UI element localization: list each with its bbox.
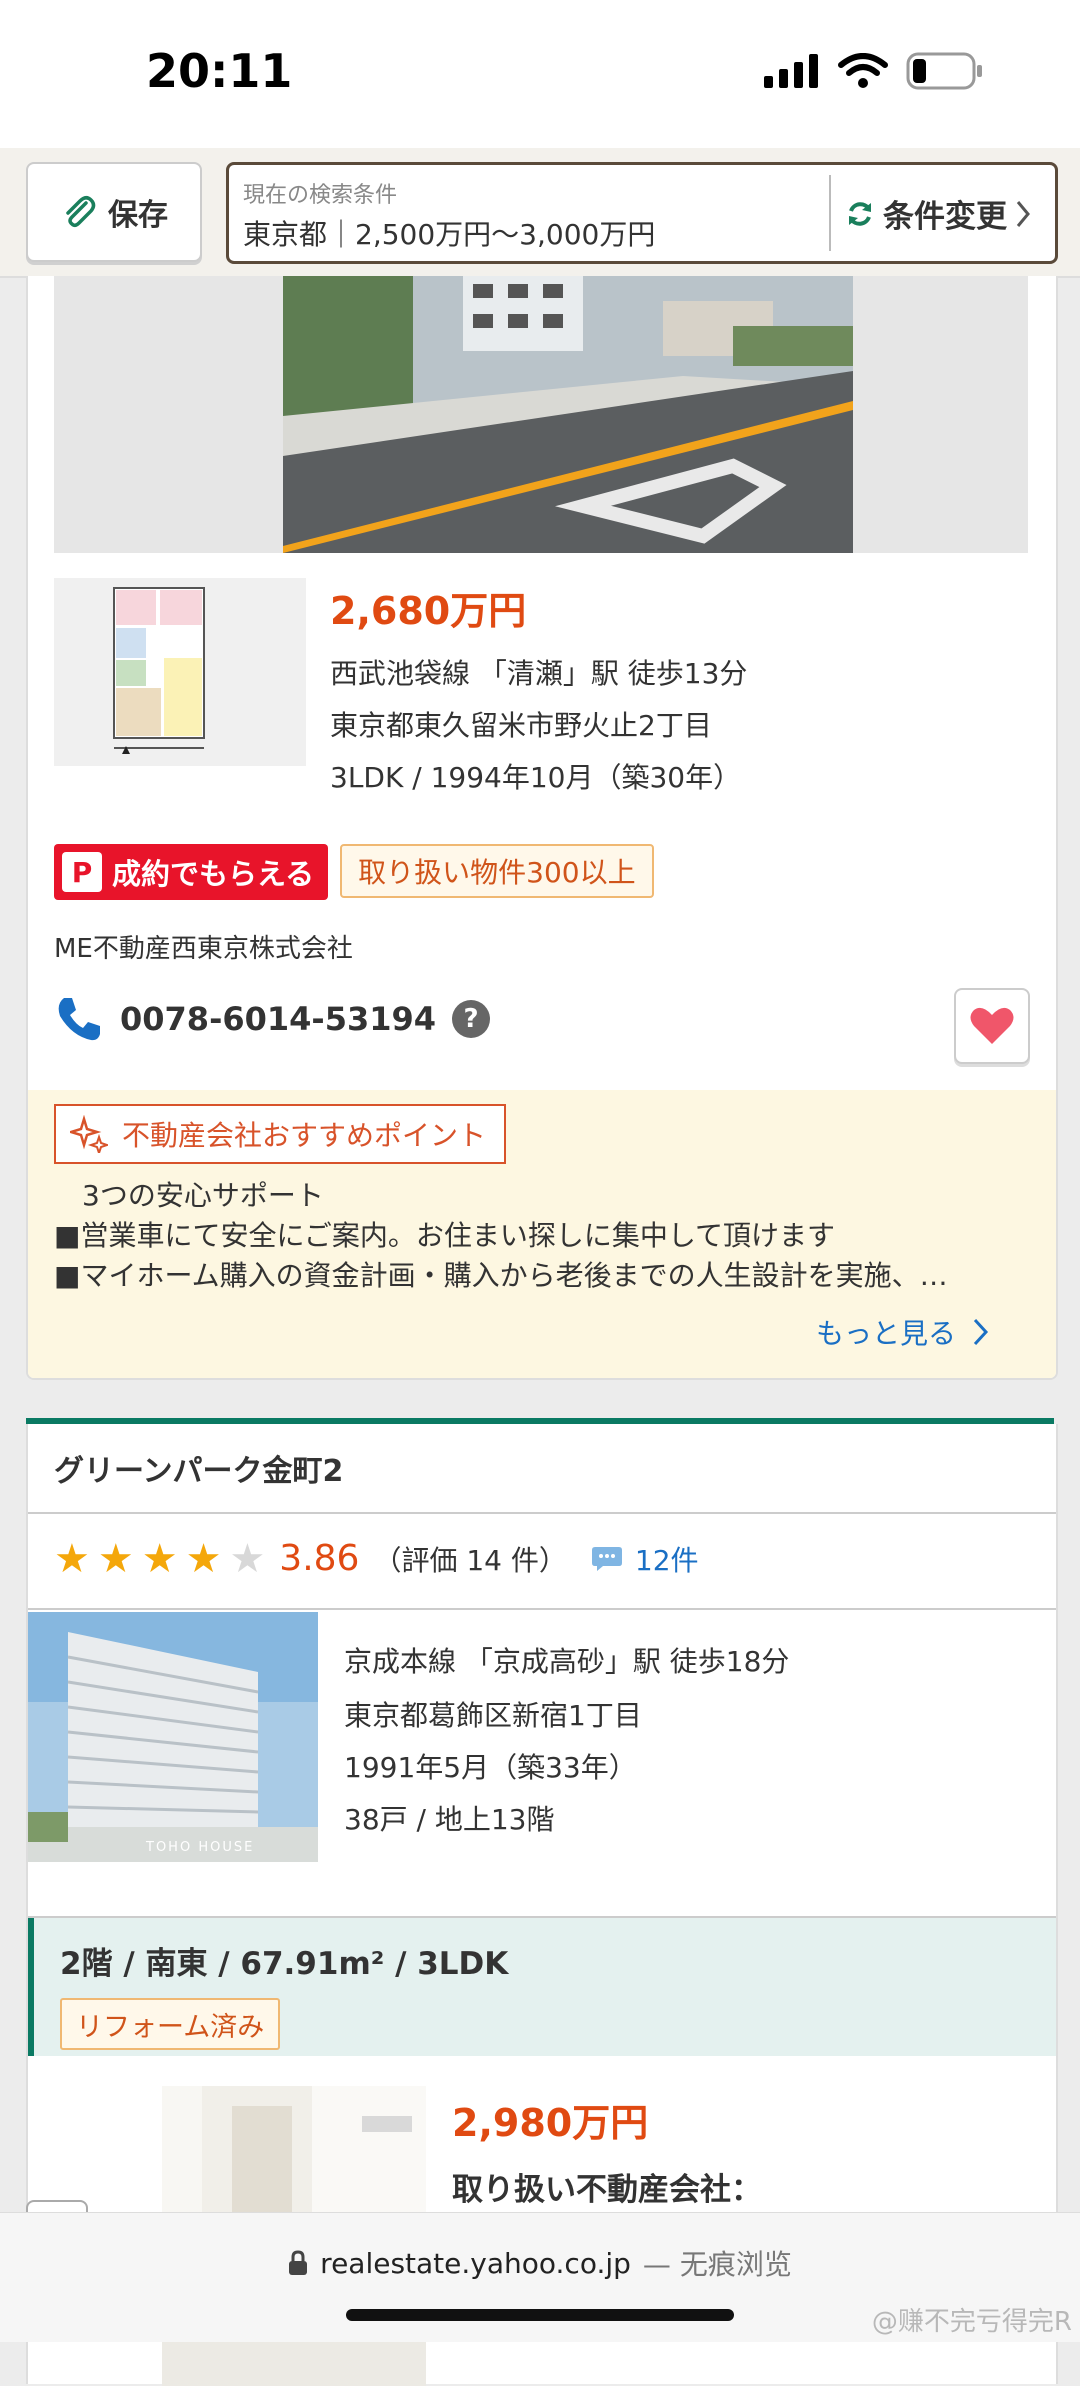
divider <box>28 1512 1056 1514</box>
handling-agency-label: 取り扱い不動産会社： <box>452 2172 762 2208</box>
paperclip-icon <box>66 196 96 228</box>
recommend-title: 不動産会社おすすめポイント <box>122 1119 487 1152</box>
status-icons <box>764 52 984 90</box>
condition-label: 現在の検索条件 <box>243 183 398 208</box>
agency-name[interactable]: ME不動産西東京株式会社 <box>54 928 353 965</box>
status-time: 20:11 <box>146 44 293 98</box>
signal-icon <box>764 54 818 88</box>
sparkle-icon <box>70 1115 108 1153</box>
chevron-right-icon <box>973 1318 989 1346</box>
recommend-header: 不動産会社おすすめポイント <box>54 1104 507 1164</box>
paypay-logo-icon: P <box>62 852 102 892</box>
divider <box>829 175 831 251</box>
property-photo-frame <box>54 276 1028 553</box>
condition-value: 東京都｜2,500万円〜3,000万円 <box>243 218 656 251</box>
change-conditions-button[interactable]: 条件変更 <box>845 191 1031 236</box>
star-empty-icon: ★ <box>229 1535 266 1582</box>
photo-caption: TOHO HOUSE <box>146 1840 255 1855</box>
help-icon[interactable]: ? <box>452 1000 491 1038</box>
save-button[interactable]: 保存 <box>26 162 202 262</box>
favorite-button[interactable] <box>954 988 1030 1064</box>
search-conditions[interactable]: 現在の検索条件 東京都｜2,500万円〜3,000万円 条件変更 <box>226 162 1058 264</box>
unit-price: 2,980万円 <box>452 2101 649 2145</box>
battery-icon <box>906 52 982 90</box>
rating-count: （評価 14 件） <box>373 1543 567 1577</box>
watermark: @赚不完亏得完R <box>871 2307 1072 2337</box>
reviews-count: 12件 <box>634 1543 699 1577</box>
station-access: 京成本線 「京成高砂」駅 徒歩18分 <box>344 1645 790 1678</box>
chevron-right-icon <box>1016 200 1030 227</box>
paypay-badge: P 成約でもらえる <box>54 844 329 900</box>
browser-bottom-bar: realestate.yahoo.co.jp — 无痕浏览 @赚不完亏得完R <box>0 2212 1080 2342</box>
reviews-link[interactable]: 12件 <box>591 1539 699 1579</box>
comment-icon <box>591 1546 622 1571</box>
save-label: 保存 <box>108 198 168 233</box>
unit-title: 2階 / 南東 / 67.91m² / 3LDK <box>60 1946 509 1982</box>
phone-icon <box>58 998 100 1041</box>
built-date: 1991年5月（築33年） <box>344 1751 637 1784</box>
status-bar: 20:11 <box>0 0 1080 148</box>
refresh-icon <box>849 201 871 226</box>
building-name[interactable]: グリーンパーク金町2 <box>54 1446 343 1490</box>
price: 2,680万円 <box>330 589 527 633</box>
phone-row[interactable]: 0078-6014-53194 ? <box>54 994 491 1044</box>
paypay-badge-label: 成約でもらえる <box>112 857 315 891</box>
badges: P 成約でもらえる 取り扱い物件300以上 <box>54 844 654 900</box>
building-photo[interactable]: TOHO HOUSE <box>28 1612 318 1862</box>
reform-badge: リフォーム済み <box>60 1998 281 2050</box>
divider <box>28 1608 1056 1610</box>
phone-number[interactable]: 0078-6014-53194 <box>120 1000 436 1038</box>
search-header: 保存 現在の検索条件 東京都｜2,500万円〜3,000万円 条件変更 <box>0 148 1080 278</box>
floorplan-image[interactable] <box>54 578 306 766</box>
recommend-section: 不動産会社おすすめポイント 3つの安心サポート ■営業車にて安全にご案内。お住ま… <box>28 1090 1056 1378</box>
address: 東京都東久留米市野火止2丁目 <box>330 709 712 742</box>
unit-header[interactable]: 2階 / 南東 / 67.91m² / 3LDK リフォーム済み <box>28 1918 1056 2056</box>
private-mode-label: — 无痕浏览 <box>642 2248 792 2281</box>
address-bar[interactable]: realestate.yahoo.co.jp — 无痕浏览 <box>0 2243 1080 2283</box>
station-access: 西武池袋線 「清瀬」駅 徒歩13分 <box>330 657 748 690</box>
more-label: もっと見る <box>816 1317 957 1350</box>
star-filled-icon: ★ <box>54 1535 90 1582</box>
star-filled-icon: ★ <box>141 1535 178 1582</box>
layout-age: 3LDK / 1994年10月（築30年） <box>330 761 742 794</box>
lock-icon <box>289 2250 308 2275</box>
listing-card[interactable]: 2,680万円 西武池袋線 「清瀬」駅 徒歩13分 東京都東久留米市野火止2丁目… <box>26 276 1058 1380</box>
heart-icon <box>970 1007 1014 1044</box>
recommend-line: 3つの安心サポート <box>54 1179 324 1212</box>
home-indicator <box>346 2309 734 2321</box>
wifi-icon <box>838 53 888 88</box>
recommend-line: ■マイホーム購入の資金計画・購入から老後までの人生設計を実施、… <box>54 1259 948 1292</box>
more-link[interactable]: もっと見る <box>816 1312 990 1352</box>
property-photo[interactable] <box>283 276 853 553</box>
recommend-line: ■営業車にて安全にご案内。お住まい探しに集中して頂けます <box>54 1219 836 1252</box>
rating-row: ★ ★ ★ ★ ★ 3.86 （評価 14 件） 12件 <box>54 1538 699 1579</box>
listing-count-badge: 取り扱い物件300以上 <box>340 844 654 898</box>
url-text: realestate.yahoo.co.jp <box>320 2246 631 2280</box>
address: 東京都葛飾区新宿1丁目 <box>344 1699 642 1732</box>
star-filled-icon: ★ <box>97 1535 134 1582</box>
star-filled-icon: ★ <box>185 1535 222 1582</box>
rating-score: 3.86 <box>279 1538 360 1579</box>
units-floors: 38戸 / 地上13階 <box>344 1803 555 1836</box>
change-label: 条件変更 <box>883 199 1007 235</box>
